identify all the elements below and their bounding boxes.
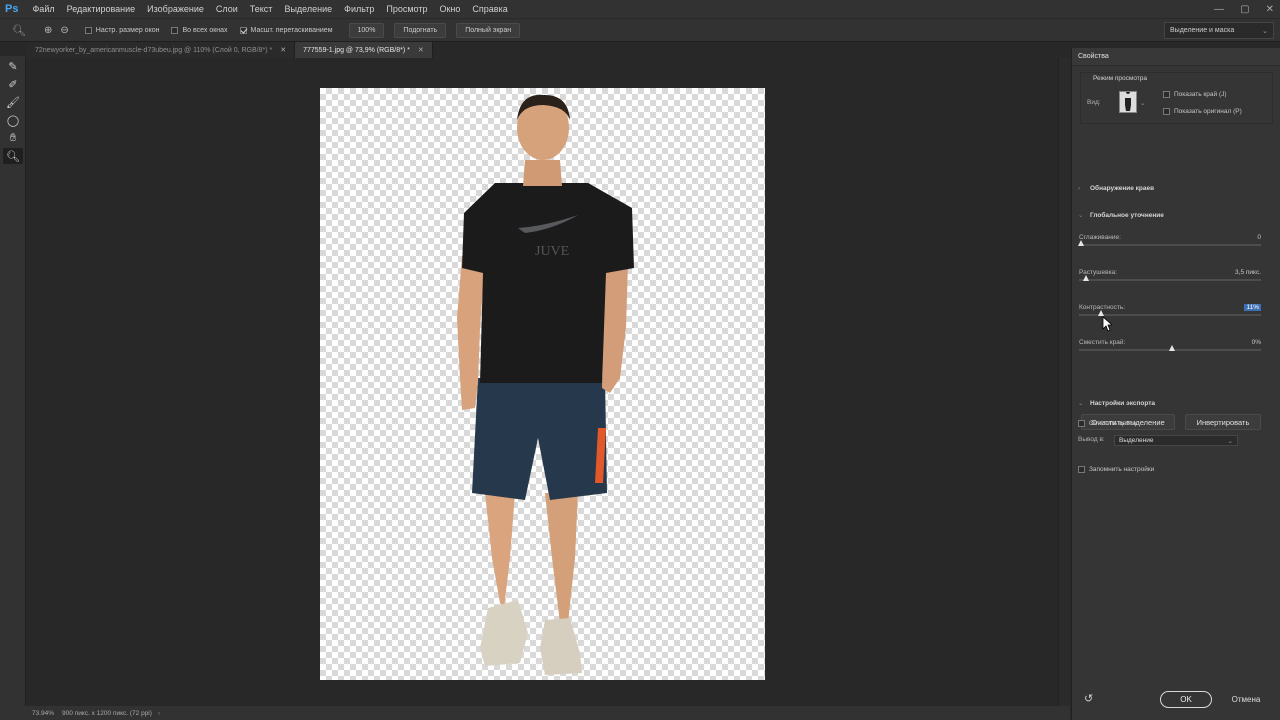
menu-edit[interactable]: Редактирование [61, 4, 142, 14]
scrubby-zoom-option[interactable]: Масшт. перетаскиванием [239, 26, 333, 34]
panel-tab-properties[interactable]: Свойства [1072, 48, 1280, 66]
right-shoe [540, 618, 582, 675]
minimize-button[interactable]: — [1214, 4, 1224, 15]
fill-screen-button[interactable]: Полный экран [456, 22, 521, 38]
cancel-button[interactable]: Отмена [1220, 691, 1272, 708]
refine-edge-brush-icon[interactable]: ✐ [3, 76, 23, 92]
zoom-out-icon[interactable]: ⊖ [60, 25, 68, 36]
vertical-scrollbar[interactable] [1058, 58, 1070, 706]
menu-window[interactable]: Окно [433, 4, 466, 14]
contrast-value[interactable]: 11% [1244, 304, 1261, 311]
chevron-down-icon: ⌄ [1078, 400, 1084, 407]
menu-layers[interactable]: Слои [210, 4, 244, 14]
decontaminate-checkbox[interactable] [1078, 420, 1085, 427]
status-bar: 73.94% 900 пикс. x 1200 пикс. (72 ppi) › [0, 706, 1070, 720]
document-size: 900 пикс. x 1200 пикс. (72 ppi) [62, 709, 152, 717]
workspace-select[interactable]: Выделение и маска ⌄ [1164, 22, 1274, 39]
shift-edge-value[interactable]: 0% [1252, 339, 1261, 346]
feather-value[interactable]: 3,5 пикс. [1235, 269, 1261, 276]
right-leg [545, 493, 578, 623]
maximize-button[interactable]: ▢ [1240, 4, 1249, 15]
view-label: Вид: [1087, 99, 1101, 106]
edge-detection-section[interactable]: › Обнаружение краев [1078, 185, 1154, 192]
window-controls: — ▢ ✕ [1214, 0, 1274, 18]
resize-windows-option[interactable]: Настр. размер окон [84, 26, 159, 34]
menu-view[interactable]: Просмотр [380, 4, 433, 14]
properties-panel: Свойства Режим просмотра Вид: ⌄ Показать… [1071, 48, 1280, 720]
menu-help[interactable]: Справка [466, 4, 513, 14]
show-edge-checkbox[interactable] [1163, 91, 1170, 98]
close-tab-icon[interactable]: ✕ [418, 46, 424, 54]
all-windows-option[interactable]: Во всех окнах [171, 26, 228, 34]
chevron-right-icon[interactable]: › [158, 710, 160, 717]
chevron-down-icon: ⌄ [1078, 212, 1084, 219]
document-canvas[interactable]: JUVE [320, 88, 765, 680]
zoom-tool-preset-icon[interactable]: 🔍︎ [8, 24, 30, 37]
resize-windows-checkbox[interactable] [84, 26, 92, 34]
right-arm [602, 258, 628, 393]
left-shoe [480, 600, 528, 666]
close-button[interactable]: ✕ [1266, 4, 1274, 15]
view-mode-title: Режим просмотра [1093, 75, 1147, 82]
show-original-option[interactable]: Показать оригинал (P) [1163, 108, 1242, 115]
brush-tool-icon[interactable]: 🖌︎ [3, 94, 23, 110]
neck [523, 160, 562, 186]
photoshop-logo: Ps [5, 3, 19, 15]
zoom-level[interactable]: 73.94% [0, 710, 62, 717]
quick-selection-tool-icon[interactable]: ✎ [3, 58, 23, 74]
hand-tool-icon[interactable]: ✋︎ [3, 130, 23, 146]
reset-icon[interactable]: ↺ [1084, 692, 1093, 705]
menu-file[interactable]: Файл [26, 4, 60, 14]
chevron-down-icon: ⌄ [1262, 27, 1268, 35]
fit-screen-button[interactable]: Подогнать [394, 22, 447, 38]
menu-select[interactable]: Выделение [278, 4, 338, 14]
remember-settings-checkbox[interactable] [1078, 466, 1085, 473]
output-to-label: Вывод в: [1078, 436, 1105, 443]
global-refinement-section[interactable]: ⌄ Глобальное уточнение [1078, 211, 1164, 220]
decontaminate-option[interactable]: Очистить цвета [1078, 420, 1136, 427]
zoom-tool-icon[interactable]: 🔍︎ [3, 148, 23, 164]
invert-button[interactable]: Инвертировать [1185, 414, 1261, 430]
output-to-select[interactable]: Выделение ⌄ [1114, 435, 1238, 446]
lasso-tool-icon[interactable]: ◯ [3, 112, 23, 128]
document-tabs: 72newyorker_by_americanmuscle-d73ubeu.jp… [27, 42, 433, 58]
shirt-print-text: JUVE [535, 244, 569, 259]
options-bar: 🔍︎ ⊕ ⊖ Настр. размер окон Во всех окнах … [0, 18, 1280, 42]
person-cutout-image: JUVE [457, 94, 634, 675]
chevron-down-icon[interactable]: ⌄ [1140, 99, 1145, 107]
menu-type[interactable]: Текст [244, 4, 279, 14]
chevron-down-icon: ⌄ [1227, 437, 1233, 445]
scrubby-zoom-checkbox[interactable] [239, 26, 247, 34]
shorts [472, 378, 607, 500]
tab-document-1[interactable]: 72newyorker_by_americanmuscle-d73ubeu.jp… [27, 42, 296, 58]
output-settings-section[interactable]: ⌄ Настройки экспорта [1078, 399, 1155, 408]
tab-document-2[interactable]: 777559-1.jpg @ 73,9% (RGB/8*) * ✕ [295, 42, 433, 58]
left-leg [485, 493, 515, 608]
view-mode-section: Режим просмотра Вид: ⌄ Показать край (J)… [1080, 72, 1273, 124]
menu-image[interactable]: Изображение [141, 4, 210, 14]
shift-edge-slider-handle[interactable] [1169, 345, 1175, 351]
menu-filter[interactable]: Фильтр [338, 4, 380, 14]
zoom-in-icon[interactable]: ⊕ [44, 25, 52, 36]
chevron-right-icon: › [1078, 185, 1081, 192]
ok-button[interactable]: OK [1160, 691, 1212, 708]
all-windows-checkbox[interactable] [171, 26, 179, 34]
feather-slider-handle[interactable] [1083, 275, 1089, 281]
show-edge-option[interactable]: Показать край (J) [1163, 91, 1227, 98]
view-mode-thumbnail[interactable] [1119, 90, 1137, 113]
person-silhouette-icon [1125, 90, 1131, 111]
mouse-cursor-icon [1102, 316, 1112, 332]
zoom-100-button[interactable]: 100% [348, 22, 385, 38]
close-tab-icon[interactable]: ✕ [280, 46, 286, 54]
smooth-slider-handle[interactable] [1078, 240, 1084, 246]
menu-bar: Ps Файл Редактирование Изображение Слои … [0, 0, 1280, 18]
smooth-value[interactable]: 0 [1257, 234, 1261, 241]
tools-panel: ✎ ✐ 🖌︎ ◯ ✋︎ 🔍︎ [0, 56, 26, 706]
show-original-checkbox[interactable] [1163, 108, 1170, 115]
remember-settings-option[interactable]: Запомнить настройки [1078, 466, 1154, 473]
